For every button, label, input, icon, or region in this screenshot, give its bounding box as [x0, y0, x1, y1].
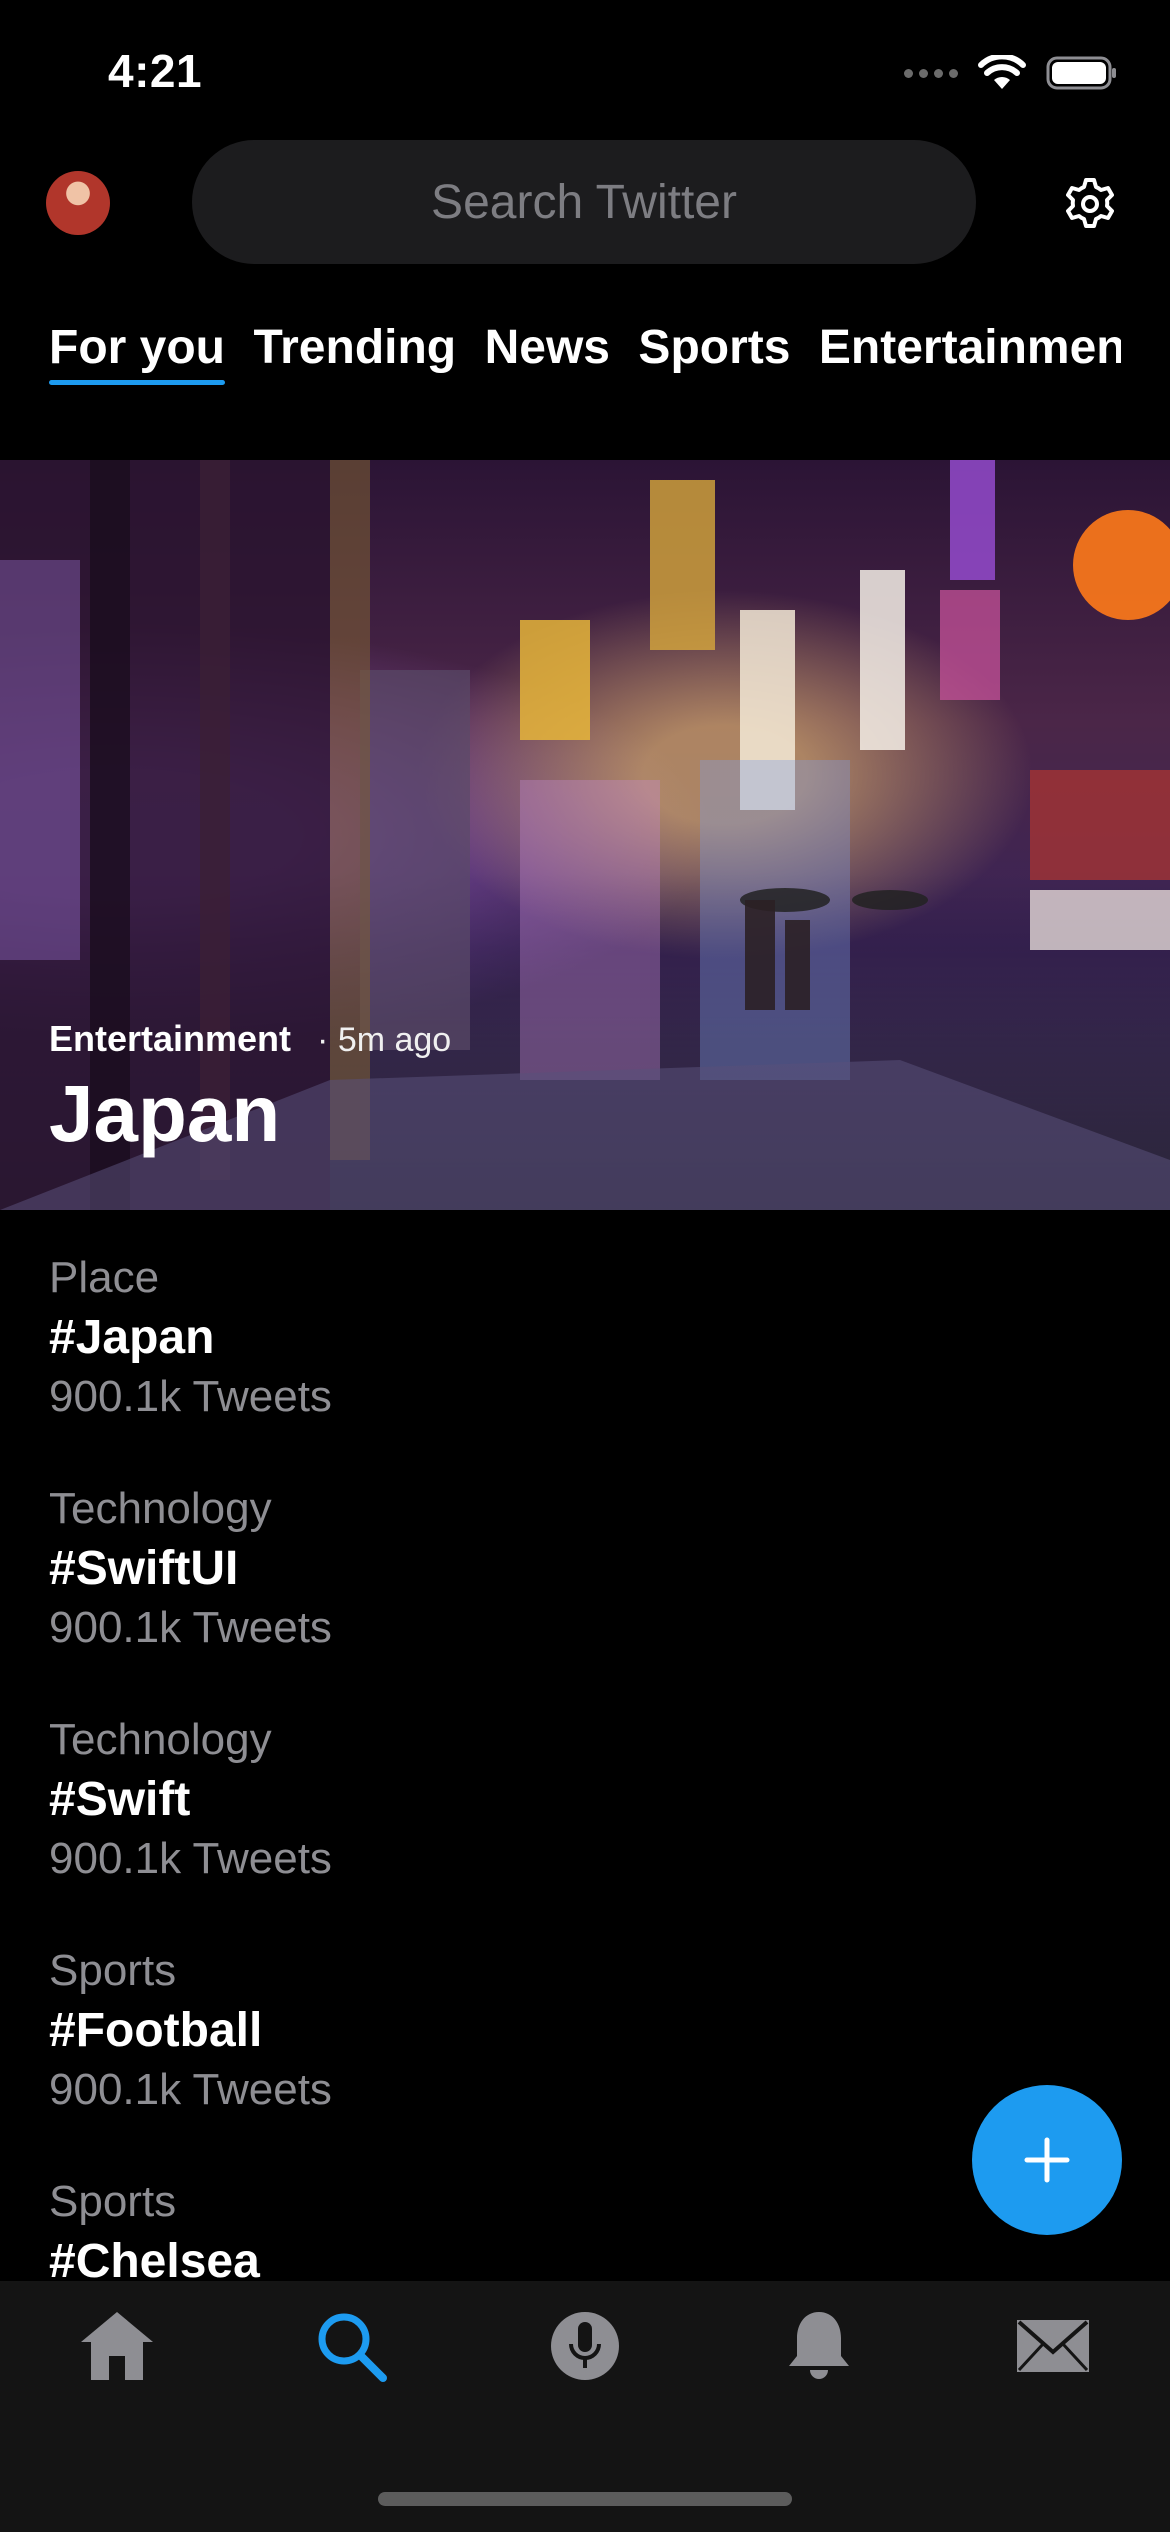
envelope-icon	[1017, 2320, 1089, 2372]
trend-category: Sports	[49, 2177, 177, 2226]
trend-item[interactable]: Place #Japan 900.1k Tweets	[49, 1248, 1121, 1479]
battery-icon	[1046, 56, 1116, 90]
category-tabs: For you Trending News Sports Entertainme…	[49, 320, 1121, 400]
tab-news[interactable]: News	[485, 320, 610, 385]
bell-icon	[789, 2312, 849, 2379]
trend-hashtag: #Football	[49, 2004, 263, 2057]
tab-for-you[interactable]: For you	[49, 320, 225, 385]
hero-time: · 5m ago	[317, 1021, 452, 1059]
spaces-icon	[551, 2312, 619, 2380]
header: Search Twitter	[0, 138, 1170, 268]
trend-category: Place	[49, 1253, 160, 1302]
trend-category: Technology	[49, 1715, 272, 1764]
tab-sports[interactable]: Sports	[638, 320, 790, 385]
wifi-icon	[978, 55, 1026, 89]
search-placeholder: Search Twitter	[431, 175, 737, 229]
hero-card[interactable]: Entertainment · 5m ago Japan	[0, 460, 1170, 1210]
search-icon	[318, 2313, 387, 2382]
tab-spaces[interactable]	[540, 2301, 630, 2391]
trend-item[interactable]: Technology #SwiftUI 900.1k Tweets	[49, 1479, 1121, 1710]
tab-entertainment[interactable]: Entertainment	[819, 320, 1121, 385]
home-icon	[81, 2312, 153, 2380]
trends-list: Place #Japan 900.1k Tweets Technology #S…	[49, 1248, 1121, 2403]
hero-meta: Entertainment · 5m ago	[49, 1018, 451, 1060]
hero-title: Japan	[49, 1069, 281, 1158]
tab-messages[interactable]	[1008, 2301, 1098, 2391]
trend-item[interactable]: Technology #Swift 900.1k Tweets	[49, 1710, 1121, 1941]
search-input[interactable]: Search Twitter	[192, 140, 976, 264]
status-bar: 4:21	[0, 0, 1170, 150]
trend-count: 900.1k Tweets	[49, 2065, 332, 2114]
gear-icon[interactable]	[1060, 174, 1120, 234]
trend-count: 900.1k Tweets	[49, 1372, 332, 1421]
status-icons	[904, 55, 1118, 91]
avatar[interactable]	[46, 171, 110, 235]
trend-count: 900.1k Tweets	[49, 1603, 332, 1652]
status-time: 4:21	[108, 45, 203, 97]
trend-hashtag: #SwiftUI	[49, 1542, 239, 1595]
plus-icon	[1024, 2137, 1070, 2183]
compose-tweet-button[interactable]	[972, 2085, 1122, 2235]
hero-category: Entertainment	[49, 1018, 292, 1059]
tab-notifications[interactable]	[774, 2301, 864, 2391]
cellular-signal-icon	[904, 68, 958, 78]
trend-count: 900.1k Tweets	[49, 1834, 332, 1883]
trend-hashtag: #Japan	[49, 1311, 215, 1364]
tab-home[interactable]	[72, 2301, 162, 2391]
tab-trending[interactable]: Trending	[253, 320, 456, 385]
tab-search[interactable]	[306, 2301, 396, 2391]
trend-item[interactable]: Sports #Football 900.1k Tweets	[49, 1941, 1121, 2172]
home-indicator	[378, 2492, 792, 2506]
trend-category: Technology	[49, 1484, 272, 1533]
trend-hashtag: #Swift	[49, 1773, 191, 1826]
trend-category: Sports	[49, 1946, 177, 1995]
